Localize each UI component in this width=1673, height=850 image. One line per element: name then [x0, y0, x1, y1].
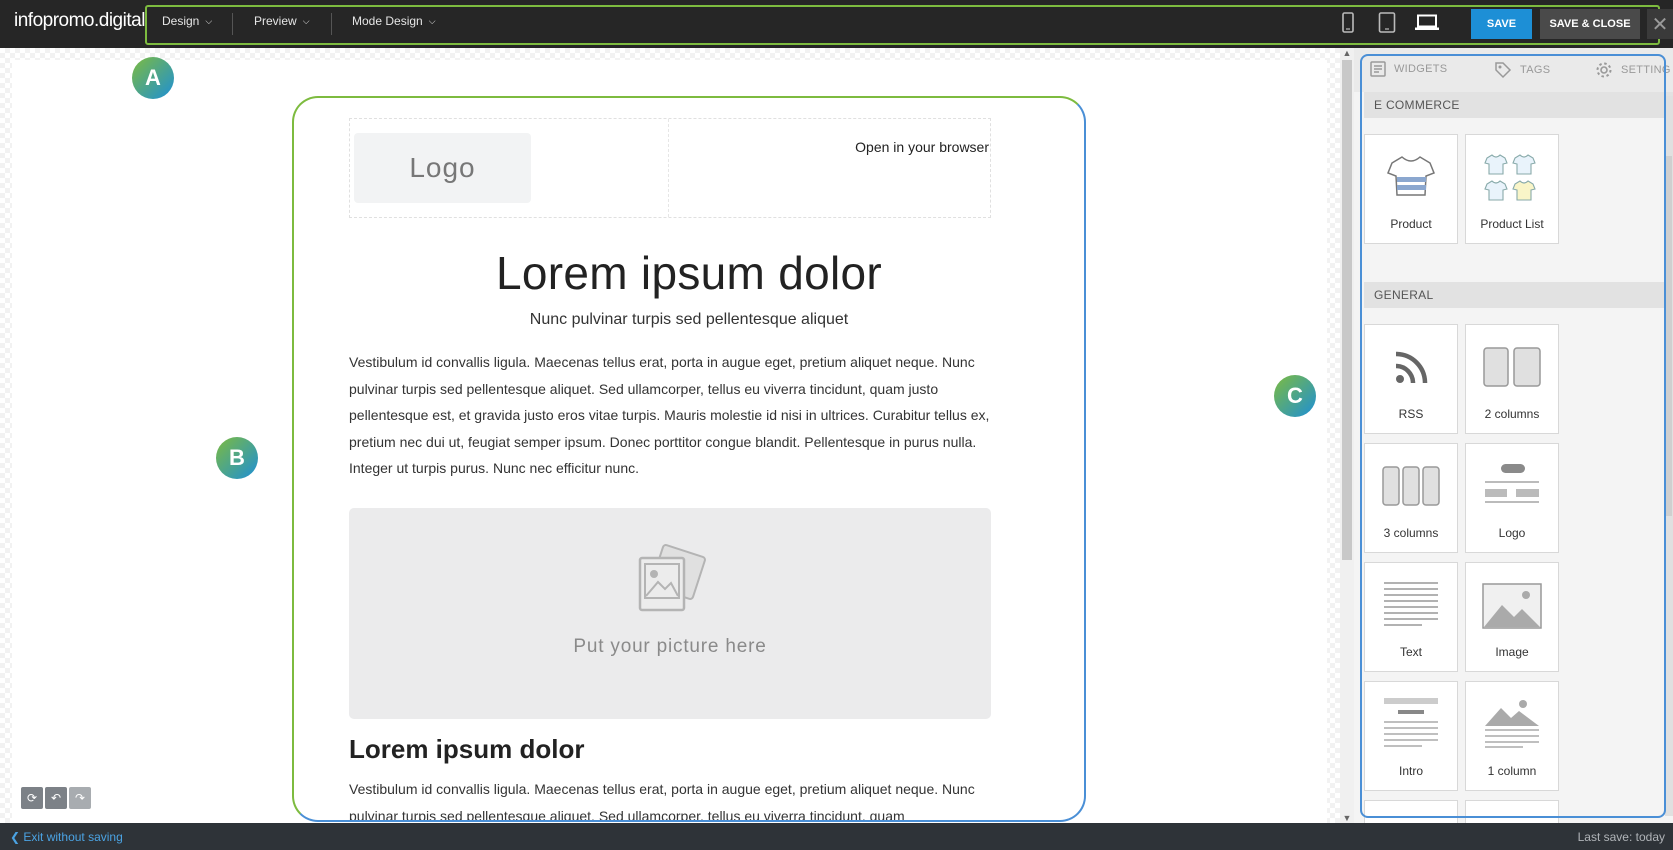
marker-c: C: [1274, 375, 1316, 417]
widgets-panel: WIDGETS TAGS SETTING E COMMERCE Product: [1354, 48, 1673, 823]
widget-3-columns[interactable]: 3 columns: [1364, 443, 1458, 553]
tab-widgets-label: WIDGETS: [1394, 63, 1448, 75]
header-column-divider: [668, 119, 669, 217]
image-placeholder-icon: [634, 544, 706, 621]
canvas-scrollbar[interactable]: ▲ ▼: [1340, 48, 1354, 823]
section-title[interactable]: Lorem ipsum dolor: [349, 734, 584, 765]
chevron-down-icon: ⌵: [205, 16, 213, 26]
menu-design-label: Design: [162, 14, 200, 28]
body-paragraph[interactable]: Vestibulum id convallis ligula. Maecenas…: [349, 349, 991, 482]
widget-image[interactable]: Image: [1465, 562, 1559, 672]
email-template[interactable]: Logo Open in your browser Lorem ipsum do…: [292, 96, 1086, 822]
menu-mode-design[interactable]: Mode Design ⌵: [352, 14, 436, 28]
undo-icon[interactable]: ↶: [45, 787, 67, 809]
widget-product-list[interactable]: Product List: [1465, 134, 1559, 244]
picture-placeholder-text: Put your picture here: [573, 636, 767, 657]
widget-product-list-label: Product List: [1480, 217, 1544, 231]
tab-tags-label: TAGS: [1520, 64, 1551, 76]
panel-scroll-thumb[interactable]: [1666, 156, 1672, 516]
menu-preview[interactable]: Preview ⌵: [254, 14, 310, 28]
widget-text[interactable]: Text: [1364, 562, 1458, 672]
chevron-down-icon: ⌵: [302, 16, 310, 26]
mobile-icon[interactable]: [1341, 12, 1355, 39]
widget-product[interactable]: Product: [1364, 134, 1458, 244]
image-block-icon: [1466, 583, 1558, 629]
widget-3-columns-label: 3 columns: [1383, 526, 1439, 540]
widget-logo[interactable]: Logo: [1465, 443, 1559, 553]
widgets-icon: [1370, 61, 1386, 77]
hero-title[interactable]: Lorem ipsum dolor: [294, 246, 1084, 300]
menu-divider: [232, 13, 233, 35]
widget-text-label: Text: [1399, 645, 1422, 659]
tab-widgets[interactable]: WIDGETS: [1370, 61, 1447, 77]
logo-placeholder[interactable]: Logo: [354, 133, 531, 203]
marker-a: A: [132, 57, 174, 99]
chevron-left-icon: ❮: [10, 830, 24, 844]
menu-preview-label: Preview: [254, 14, 297, 28]
tag-icon: [1495, 62, 1512, 79]
widget-2-columns-label: 2 columns: [1484, 407, 1540, 421]
scroll-up-arrow-icon[interactable]: ▲: [1340, 48, 1354, 58]
text-block-icon: [1365, 581, 1457, 629]
redo-icon[interactable]: ↷: [69, 787, 91, 809]
widget-rss-label: RSS: [1398, 407, 1424, 421]
save-and-close-button[interactable]: SAVE & CLOSE: [1540, 9, 1640, 39]
last-save-status: Last save: today: [1577, 830, 1665, 844]
scroll-down-arrow-icon[interactable]: ▼: [1340, 813, 1354, 823]
section-header-general: GENERAL: [1364, 282, 1673, 308]
rss-icon: [1365, 351, 1457, 385]
canvas-scroll-thumb[interactable]: [1342, 60, 1352, 560]
menu-mode-design-label: Mode Design: [352, 14, 423, 28]
picture-placeholder[interactable]: Put your picture here: [349, 508, 991, 719]
tshirt-icon: [1365, 153, 1457, 199]
menu-design[interactable]: Design ⌵: [162, 14, 212, 28]
widget-2-columns[interactable]: 2 columns: [1465, 324, 1559, 434]
tablet-icon[interactable]: [1378, 12, 1396, 39]
history-icon[interactable]: ⟳: [21, 787, 43, 809]
one-column-icon: [1466, 698, 1558, 748]
status-bar: ❮ Exit without saving Last save: today: [0, 823, 1673, 850]
panel-tabs: WIDGETS TAGS SETTING: [1354, 48, 1673, 92]
gear-icon: [1596, 62, 1612, 78]
widget-product-label: Product: [1390, 217, 1432, 231]
widget-logo-label: Logo: [1498, 526, 1526, 540]
tab-setting-label: SETTING: [1621, 64, 1671, 76]
marker-b: B: [216, 437, 258, 479]
product-list-icon: [1466, 153, 1558, 205]
tab-tags[interactable]: TAGS: [1494, 61, 1550, 79]
chevron-down-icon: ⌵: [428, 16, 436, 26]
widget-intro-label: Intro: [1398, 764, 1423, 778]
brand-logo: infopromo.digital: [14, 10, 145, 31]
widget-1-column[interactable]: 1 column: [1465, 681, 1559, 791]
widget-intro[interactable]: Intro: [1364, 681, 1458, 791]
section-header-ecommerce: E COMMERCE: [1364, 92, 1673, 118]
widget-rss[interactable]: RSS: [1364, 324, 1458, 434]
tab-setting[interactable]: SETTING: [1595, 61, 1671, 79]
close-editor-button[interactable]: ✕: [1647, 9, 1673, 39]
menu-divider: [331, 13, 332, 35]
panel-scrollbar[interactable]: [1665, 96, 1673, 816]
widget-partial[interactable]: [1364, 800, 1458, 823]
body-paragraph-2[interactable]: Vestibulum id convallis ligula. Maecenas…: [349, 776, 991, 820]
three-columns-icon: [1365, 466, 1457, 506]
close-icon: ✕: [1651, 13, 1669, 36]
intro-block-icon: [1365, 698, 1457, 748]
history-toolbar: ⟳ ↶ ↷: [21, 787, 91, 809]
widget-1-column-label: 1 column: [1487, 764, 1537, 778]
top-toolbar: infopromo.digital Design ⌵ Preview ⌵ Mode …: [0, 0, 1673, 48]
widget-image-label: Image: [1495, 645, 1529, 659]
hero-subtitle[interactable]: Nunc pulvinar turpis sed pellentesque al…: [294, 311, 1084, 329]
open-in-browser-link[interactable]: Open in your browser: [855, 139, 989, 155]
save-button[interactable]: SAVE: [1471, 9, 1532, 39]
widget-partial[interactable]: [1465, 800, 1559, 823]
logo-block-icon: [1466, 464, 1558, 504]
two-columns-icon: [1466, 347, 1558, 387]
exit-without-saving-link[interactable]: ❮ Exit without saving: [10, 830, 123, 844]
exit-label: Exit without saving: [23, 830, 123, 844]
desktop-icon[interactable]: [1415, 14, 1439, 37]
